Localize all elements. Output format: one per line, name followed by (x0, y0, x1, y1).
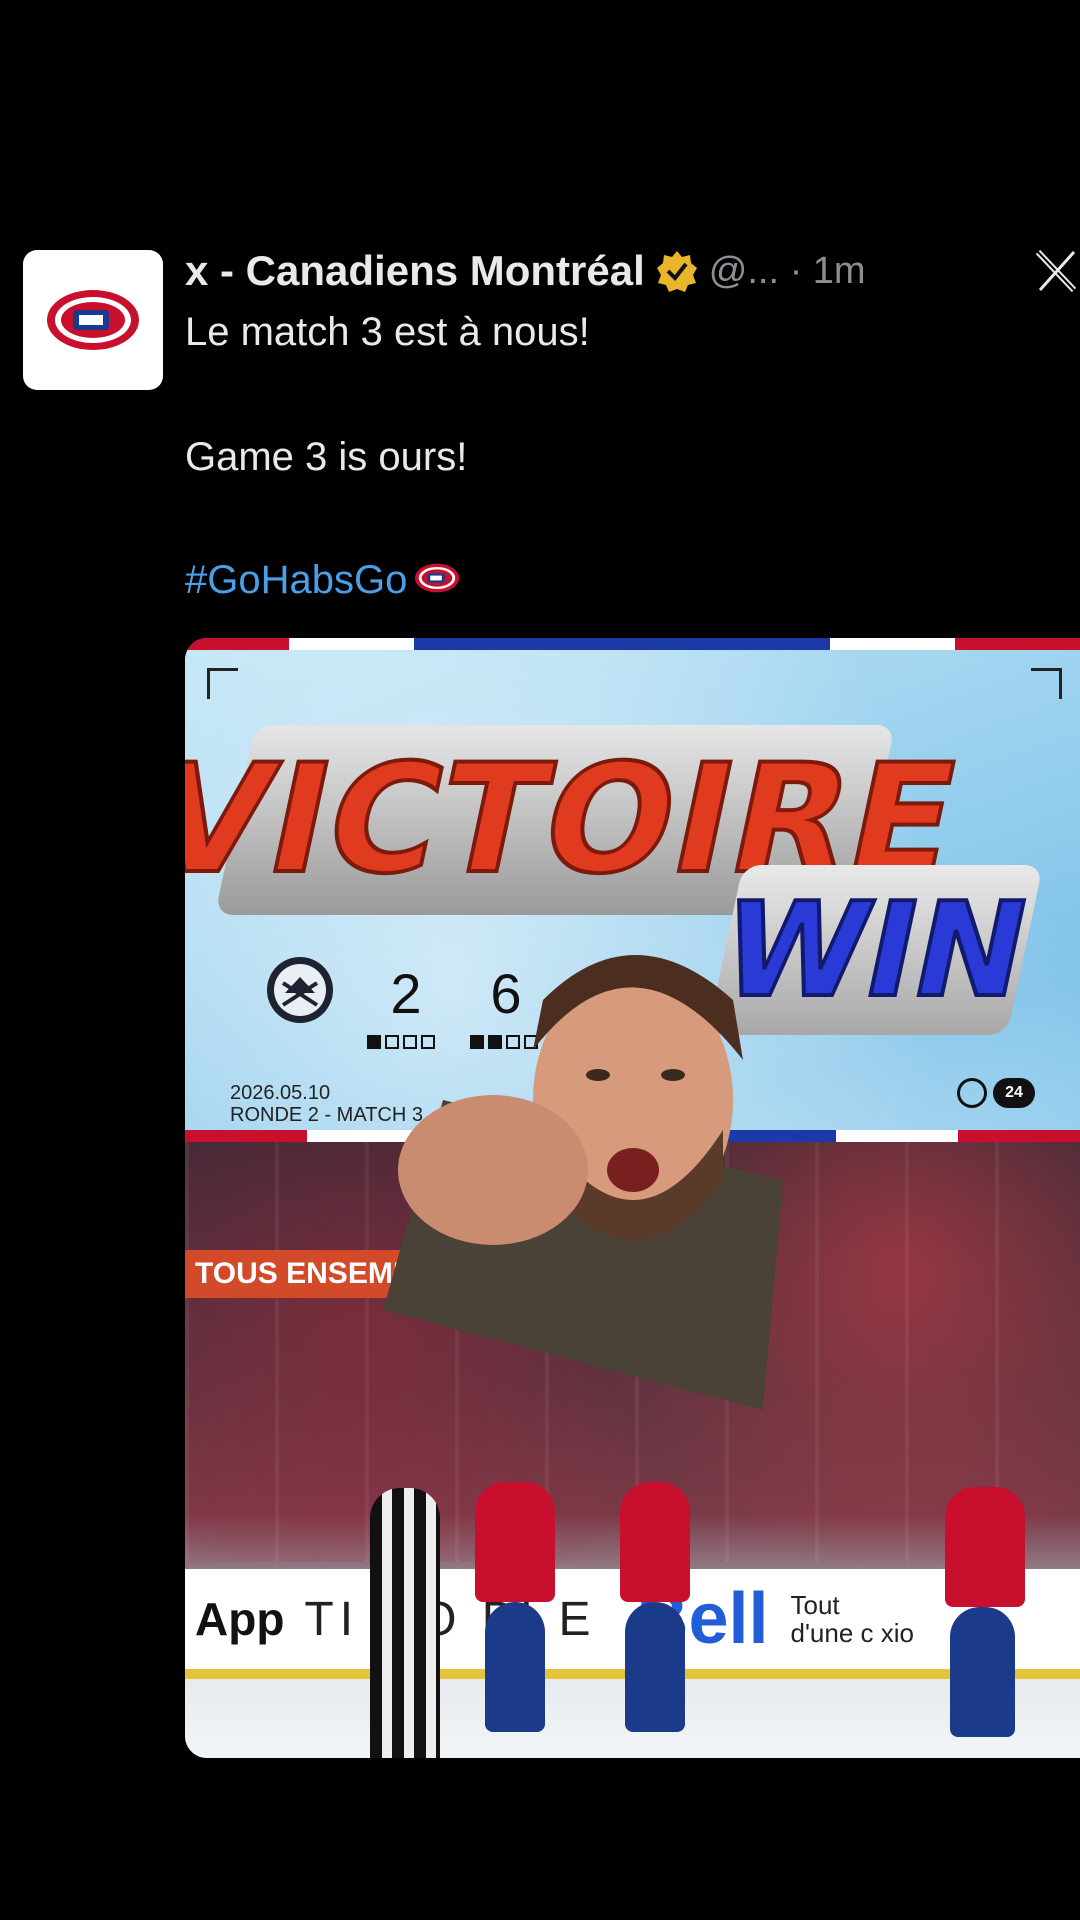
player-figure (475, 1482, 555, 1602)
frame-corner (207, 668, 238, 699)
sabres-logo-icon (267, 957, 333, 1023)
network-badge: 24 (993, 1078, 1035, 1108)
handle-and-timestamp[interactable]: @... · 1m (709, 250, 866, 293)
display-name[interactable]: x - Canadiens Montréal (185, 247, 645, 295)
board-tagline: Tout d'une c xio (790, 1590, 915, 1648)
tweet-text-line-2: Game 3 is ours! (185, 435, 468, 479)
board-partial-text: TI HO BI E (304, 1592, 597, 1646)
player-figure (945, 1487, 1025, 1607)
hashtag-link[interactable]: #GoHabsGo (185, 558, 407, 602)
player-figure (620, 1482, 690, 1602)
person-face-overlay (383, 955, 783, 1410)
nhl-puck-icon (957, 1078, 987, 1108)
player-figure (625, 1602, 685, 1732)
player-figure (950, 1607, 1015, 1737)
tweet-header: x - Canadiens Montréal @... · 1m (185, 243, 1080, 299)
referee-figure (370, 1488, 440, 1758)
verified-badge-icon (655, 249, 699, 293)
profile-avatar[interactable] (23, 250, 163, 390)
frame-corner (1031, 668, 1062, 699)
canadiens-logo-icon (47, 290, 139, 350)
hashtag-line: #GoHabsGo (185, 558, 461, 605)
tweet-text-line-1: Le match 3 est à nous! (185, 310, 590, 354)
top-color-strip (185, 638, 1080, 650)
x-logo-icon[interactable] (1034, 248, 1080, 294)
canadiens-emoji-icon (413, 560, 461, 605)
player-figure (485, 1602, 545, 1732)
board-app-text: App (195, 1593, 285, 1645)
broadcast-badges: 24 (957, 1078, 1035, 1108)
